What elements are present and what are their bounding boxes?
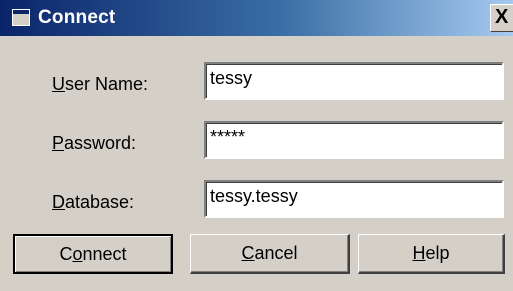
user-name-label: User Name: — [52, 74, 149, 94]
connect-button[interactable]: Connect — [13, 234, 173, 274]
password-input[interactable]: ***** — [204, 121, 504, 159]
help-button[interactable]: Help — [358, 234, 505, 274]
connect-dialog: Connect X User Name: tessy Password: ***… — [0, 0, 513, 291]
database-input[interactable]: tessy.tessy — [204, 180, 504, 218]
window-icon — [12, 9, 30, 26]
close-button[interactable]: X — [490, 4, 513, 32]
database-label: Database: — [52, 192, 135, 212]
user-name-input[interactable]: tessy — [204, 62, 504, 100]
close-icon: X — [495, 6, 509, 28]
cancel-button[interactable]: Cancel — [190, 234, 350, 274]
window-title: Connect — [38, 7, 116, 28]
title-bar[interactable]: Connect — [0, 0, 513, 36]
password-label: Password: — [52, 133, 137, 153]
